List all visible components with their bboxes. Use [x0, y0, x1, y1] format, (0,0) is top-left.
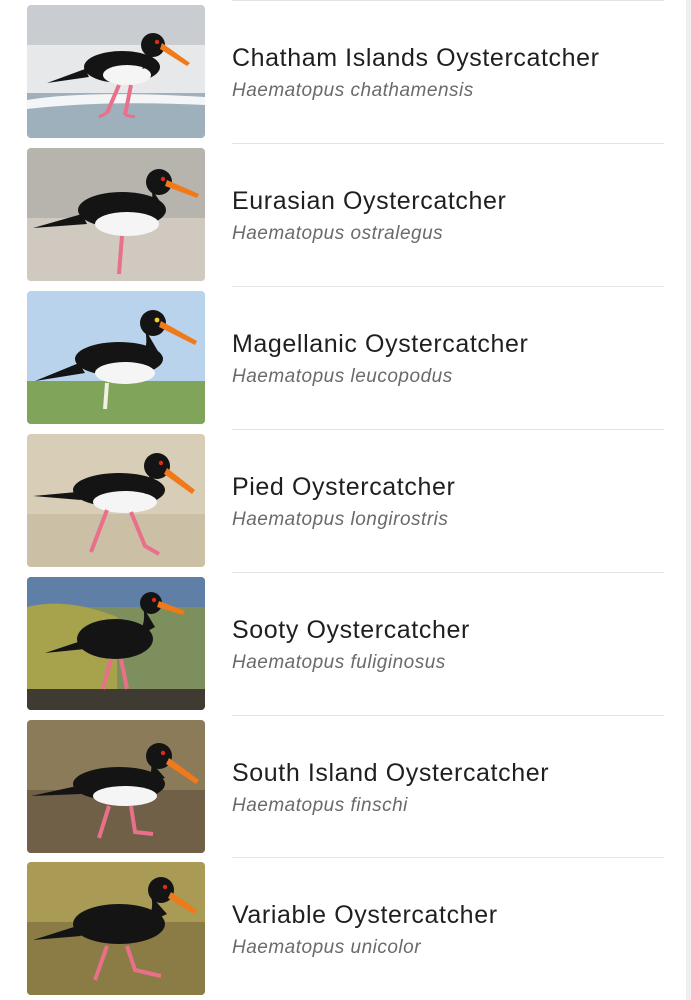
list-item[interactable]: Eurasian Oystercatcher Haematopus ostral… [0, 143, 686, 286]
common-name: Eurasian Oystercatcher [232, 187, 507, 215]
scientific-name: Haematopus ostralegus [232, 223, 444, 244]
divider [232, 143, 664, 144]
scientific-name: Haematopus finschi [232, 795, 408, 816]
scientific-name: Haematopus chathamensis [232, 80, 474, 101]
divider [232, 572, 664, 573]
common-name: Chatham Islands Oystercatcher [232, 44, 600, 72]
list-item[interactable]: South Island Oystercatcher Haematopus fi… [0, 715, 686, 858]
magellanic-oystercatcher-image [27, 291, 205, 424]
common-name: South Island Oystercatcher [232, 759, 550, 787]
bird-photo [27, 434, 205, 567]
bird-photo [27, 291, 205, 424]
south-island-oystercatcher-image [27, 720, 205, 853]
eurasian-oystercatcher-image [27, 148, 205, 281]
bird-photo [27, 5, 205, 138]
divider [232, 286, 664, 287]
pied-oystercatcher-image [27, 434, 205, 567]
bird-photo [27, 148, 205, 281]
chatham-islands-oystercatcher-image [27, 5, 205, 138]
scientific-name: Haematopus leucopodus [232, 366, 453, 387]
list-item[interactable]: Chatham Islands Oystercatcher Haematopus… [0, 0, 686, 143]
bird-photo [27, 720, 205, 853]
common-name: Sooty Oystercatcher [232, 616, 470, 644]
divider [232, 0, 664, 1]
bird-photo [27, 577, 205, 710]
scientific-name: Haematopus unicolor [232, 937, 422, 958]
divider [232, 857, 664, 858]
divider [232, 429, 664, 430]
list-item[interactable]: Pied Oystercatcher Haematopus longirostr… [0, 429, 686, 572]
species-list-screen: Chatham Islands Oystercatcher Haematopus… [0, 0, 691, 1000]
common-name: Variable Oystercatcher [232, 901, 498, 929]
common-name: Magellanic Oystercatcher [232, 330, 529, 358]
variable-oystercatcher-image [27, 862, 205, 995]
scientific-name: Haematopus longirostris [232, 509, 449, 530]
divider [232, 715, 664, 716]
list-item[interactable]: Magellanic Oystercatcher Haematopus leuc… [0, 286, 686, 429]
sooty-oystercatcher-image [27, 577, 205, 710]
scientific-name: Haematopus fuliginosus [232, 652, 446, 673]
list-item[interactable]: Variable Oystercatcher Haematopus unicol… [0, 857, 686, 1000]
common-name: Pied Oystercatcher [232, 473, 456, 501]
list-item[interactable]: Sooty Oystercatcher Haematopus fuliginos… [0, 572, 686, 715]
bird-photo [27, 862, 205, 995]
scroll-edge [686, 0, 691, 1000]
